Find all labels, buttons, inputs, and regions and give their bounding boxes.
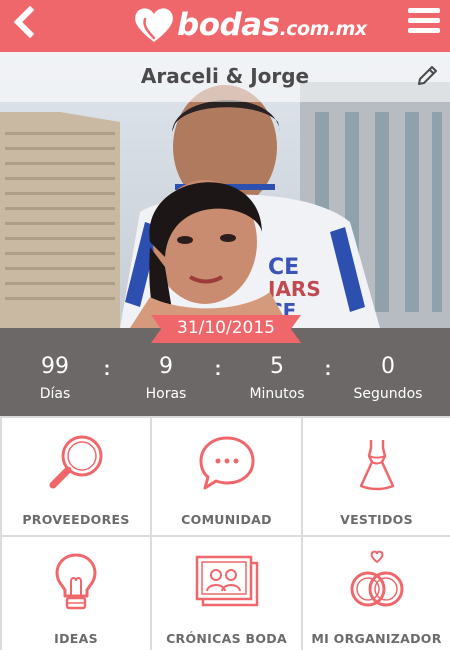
wedding-date: 31/10/2015 — [177, 318, 275, 338]
top-bar: bodas.com.mx — [0, 0, 450, 52]
countdown-days: 99 Días — [10, 354, 100, 402]
dress-icon — [359, 440, 394, 491]
countdown-hours: 9 Horas — [121, 354, 211, 402]
back-button[interactable] — [8, 4, 42, 44]
tile-comunidad[interactable]: COMUNIDAD — [152, 418, 301, 535]
lightbulb-icon — [55, 553, 97, 610]
couple-photo: CE JARS CE Araceli & Jorge — [0, 52, 450, 328]
rings-icon — [350, 550, 403, 607]
tile-mi-organizador[interactable]: MI ORGANIZADOR — [303, 537, 450, 650]
edit-button[interactable] — [414, 63, 440, 89]
tile-proveedores[interactable]: PROVEEDORES — [2, 418, 150, 535]
countdown-minutes: 5 Minutos — [232, 354, 322, 402]
pencil-icon — [418, 66, 437, 85]
countdown-separator: : — [324, 358, 332, 380]
heart-logo-icon — [135, 8, 173, 43]
couple-name-bar: Araceli & Jorge — [0, 52, 450, 102]
menu-grid: PROVEEDORES COMUNIDAD VESTIDOS IDEAS CRÓ… — [0, 416, 450, 650]
photo-album-icon — [195, 555, 258, 607]
countdown-value: 9 — [159, 354, 173, 379]
tile-label: PROVEEDORES — [22, 512, 130, 527]
countdown-label: Días — [39, 386, 71, 402]
countdown-separator: : — [103, 358, 111, 380]
wedding-date-ribbon: 31/10/2015 — [151, 315, 301, 343]
tile-cronicas-boda[interactable]: CRÓNICAS BODA — [152, 537, 301, 650]
logo-wordmark: bodas.com.mx — [177, 7, 367, 43]
menu-line — [408, 18, 440, 23]
countdown-value: 99 — [41, 354, 69, 379]
tile-vestidos[interactable]: VESTIDOS — [303, 418, 450, 535]
countdown-label: Horas — [145, 386, 187, 402]
svg-text:JARS: JARS — [266, 277, 321, 301]
tile-label: IDEAS — [54, 631, 98, 646]
countdown-seconds: 0 Segundos — [343, 354, 433, 402]
tile-label: MI ORGANIZADOR — [311, 631, 442, 646]
countdown-separator: : — [214, 358, 222, 380]
tile-ideas[interactable]: IDEAS — [2, 537, 150, 650]
magnifier-icon — [49, 435, 103, 489]
tile-label: CRÓNICAS BODA — [166, 631, 287, 646]
tile-label: COMUNIDAD — [181, 512, 272, 527]
countdown-label: Minutos — [249, 386, 305, 402]
brand-logo[interactable]: bodas.com.mx — [133, 2, 367, 48]
couple-name: Araceli & Jorge — [140, 64, 310, 88]
menu-line — [408, 8, 440, 13]
countdown-label: Segundos — [353, 386, 423, 402]
countdown-value: 0 — [381, 354, 395, 379]
hamburger-menu-button[interactable] — [408, 8, 440, 36]
chevron-left-icon — [13, 5, 35, 39]
tile-label: VESTIDOS — [340, 512, 413, 527]
chat-bubble-icon — [199, 436, 254, 490]
countdown-value: 5 — [270, 354, 284, 379]
menu-line — [408, 28, 440, 33]
